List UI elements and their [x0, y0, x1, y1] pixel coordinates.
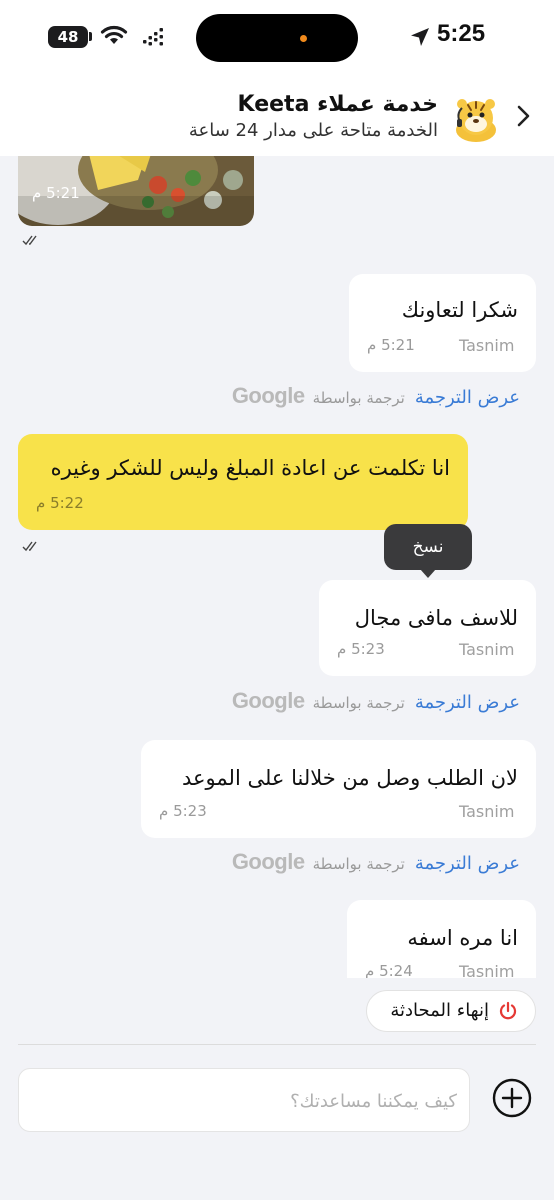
message-time: 5:21 م [367, 336, 415, 354]
outgoing-message[interactable]: انا تكلمت عن اعادة المبلغ وليس للشكر وغي… [18, 434, 468, 530]
show-translation-link[interactable]: عرض الترجمة [415, 387, 520, 408]
translated-by-label: ترجمة بواسطة [312, 389, 405, 407]
message-composer [18, 1068, 470, 1133]
dynamic-island [196, 14, 358, 62]
availability-subtitle: الخدمة متاحة على مدار 24 ساعة [188, 120, 438, 141]
message-list[interactable]: 5:21 م شكرا لتعاونك Tasnim 5:21 م عرض ال… [0, 156, 554, 978]
translated-by-label: ترجمة بواسطة [312, 694, 405, 712]
tooltip-tail [420, 569, 436, 578]
double-check-icon [22, 235, 37, 246]
message-text: لان الطلب وصل من خلالنا على الموعد [182, 766, 518, 790]
end-chat-label: إنهاء المحادثة [390, 1000, 489, 1021]
incoming-message[interactable]: للاسف مافى مجال Tasnim 5:23 م [319, 580, 536, 676]
incoming-message[interactable]: انا مره اسفه Tasnim 5:24 م [347, 900, 536, 978]
chevron-right-icon[interactable] [510, 103, 536, 129]
end-chat-button[interactable]: إنهاء المحادثة [366, 990, 536, 1032]
message-text: انا مره اسفه [407, 926, 518, 950]
cellular-icon [143, 28, 163, 46]
composer-divider [18, 1044, 536, 1045]
show-translation-link[interactable]: عرض الترجمة [415, 853, 520, 874]
battery-icon: 48 [48, 26, 88, 48]
power-icon [499, 1001, 517, 1020]
image-message[interactable]: 5:21 م [18, 156, 254, 226]
clock: 5:25 [437, 20, 486, 47]
wifi-icon [100, 25, 128, 44]
sender-name: Tasnim [459, 802, 515, 821]
tiger-avatar-icon [456, 99, 496, 142]
battery-nub [89, 32, 92, 41]
plus-circle-icon[interactable] [492, 1078, 532, 1118]
message-time: 5:21 م [32, 184, 80, 202]
message-time: 5:24 م [365, 962, 413, 978]
sender-name: Tasnim [459, 962, 515, 978]
privacy-indicator [300, 35, 307, 42]
copy-tooltip[interactable]: نسخ [384, 524, 472, 570]
page-title: خدمة عملاء Keeta [237, 92, 438, 117]
translation-row: عرض الترجمة ترجمة بواسطة Google [232, 849, 520, 875]
location-arrow-icon [411, 28, 429, 46]
home-indicator [205, 1186, 349, 1191]
message-text: انا تكلمت عن اعادة المبلغ وليس للشكر وغي… [50, 456, 450, 480]
double-check-icon [22, 541, 37, 552]
translated-by-label: ترجمة بواسطة [312, 855, 405, 873]
message-time: 5:23 م [159, 802, 207, 820]
incoming-message[interactable]: لان الطلب وصل من خلالنا على الموعد Tasni… [141, 740, 536, 838]
message-input[interactable] [35, 1069, 459, 1133]
show-translation-link[interactable]: عرض الترجمة [415, 692, 520, 713]
google-logo: Google [231, 383, 305, 408]
sender-name: Tasnim [459, 336, 515, 355]
google-logo: Google [231, 688, 305, 713]
incoming-message[interactable]: شكرا لتعاونك Tasnim 5:21 م [349, 274, 536, 372]
message-text: شكرا لتعاونك [401, 298, 518, 322]
google-logo: Google [231, 849, 305, 874]
translation-row: عرض الترجمة ترجمة بواسطة Google [232, 383, 520, 409]
sender-name: Tasnim [459, 640, 515, 659]
message-text: للاسف مافى مجال [354, 606, 518, 630]
message-time: 5:22 م [36, 494, 84, 512]
message-time: 5:23 م [337, 640, 385, 658]
translation-row: عرض الترجمة ترجمة بواسطة Google [232, 688, 520, 714]
